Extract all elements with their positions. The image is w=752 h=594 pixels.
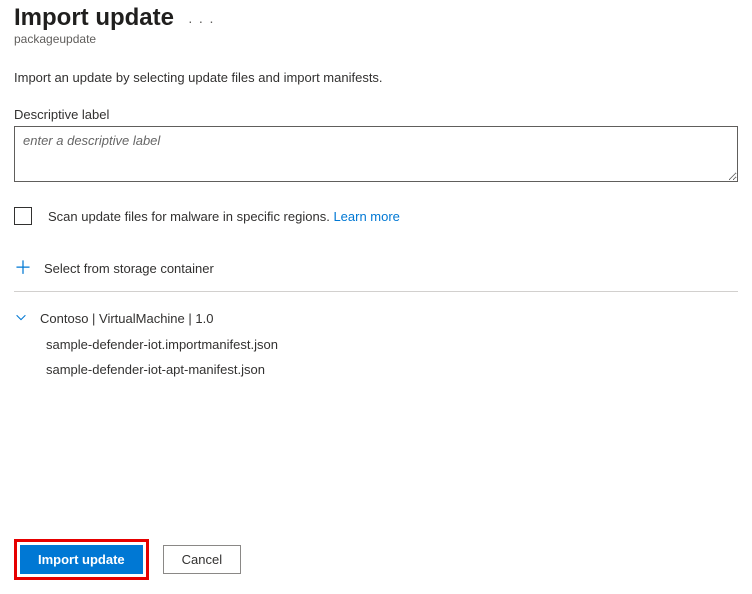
resource-subtitle: packageupdate	[14, 32, 738, 46]
chevron-down-icon	[14, 310, 28, 327]
highlight-annotation: Import update	[14, 539, 149, 580]
list-item: sample-defender-iot.importmanifest.json	[46, 337, 738, 352]
scan-malware-checkbox[interactable]	[14, 207, 32, 225]
page-title: Import update	[14, 4, 174, 32]
select-storage-button[interactable]: ＋ Select from storage container	[14, 259, 738, 291]
update-group-title: Contoso | VirtualMachine | 1.0	[40, 311, 213, 326]
descriptive-input[interactable]	[14, 126, 738, 182]
import-update-button[interactable]: Import update	[20, 545, 143, 574]
learn-more-link[interactable]: Learn more	[333, 209, 399, 224]
update-group-row[interactable]: Contoso | VirtualMachine | 1.0	[14, 310, 738, 327]
scan-malware-label: Scan update files for malware in specifi…	[48, 209, 400, 224]
list-item: sample-defender-iot-apt-manifest.json	[46, 362, 738, 377]
cancel-button[interactable]: Cancel	[163, 545, 241, 574]
more-icon[interactable]: · · ·	[188, 7, 215, 29]
plus-icon: ＋	[14, 259, 32, 277]
intro-text: Import an update by selecting update fil…	[14, 70, 738, 85]
divider	[14, 291, 738, 292]
select-storage-label: Select from storage container	[44, 261, 214, 276]
descriptive-label: Descriptive label	[14, 107, 738, 122]
